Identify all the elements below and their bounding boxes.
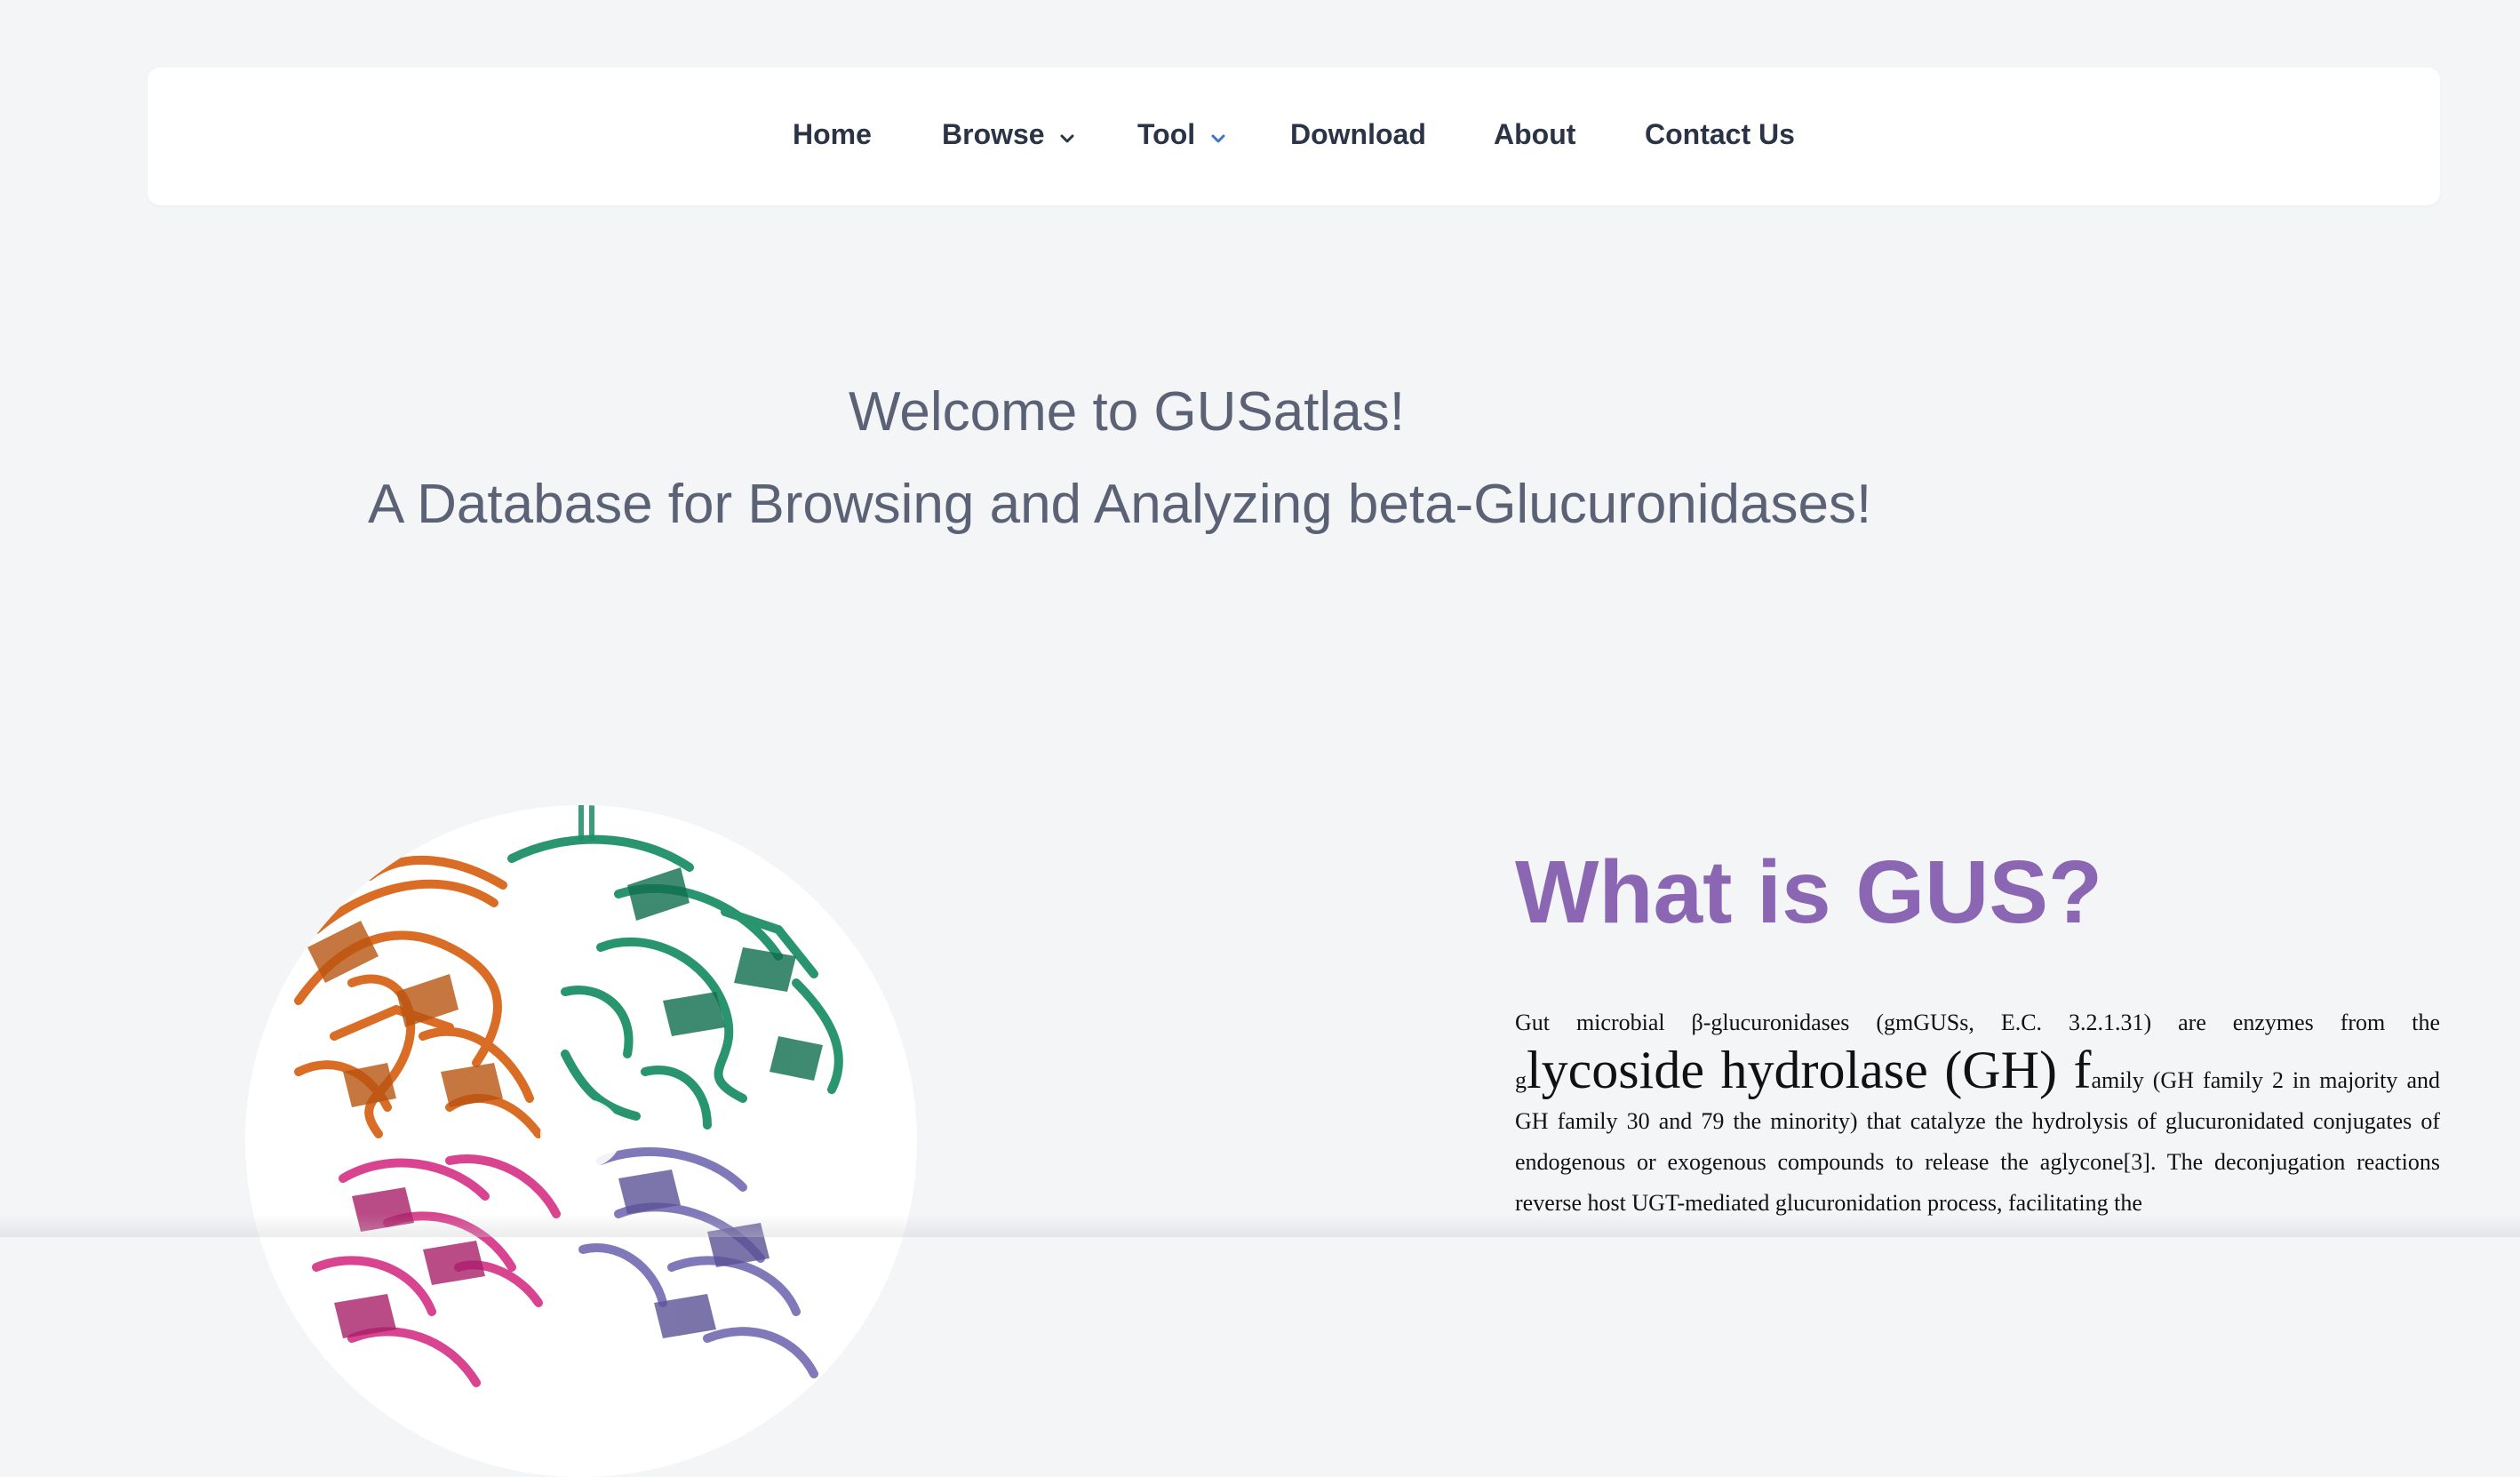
nav-item-home-label: Home	[793, 118, 872, 150]
protein-structure-image	[245, 805, 917, 1477]
nav-item-tool[interactable]: Tool	[1137, 68, 1226, 205]
nav-item-tool-label: Tool	[1137, 118, 1196, 150]
nav-item-contact-us[interactable]: Contact Us	[1645, 68, 1795, 205]
nav-item-about[interactable]: About	[1494, 68, 1575, 205]
gus-description-large-text: lycoside hydrolase (GH) f	[1527, 1041, 2092, 1099]
nav-menu: Home Browse Tool Download About Contact …	[148, 68, 2440, 205]
gus-description-part1: Gut microbial β-glucuronidases (gmGUSs, …	[1515, 1010, 2440, 1035]
protein-structure-graphic	[294, 805, 843, 1387]
gus-description-paragraph: Gut microbial β-glucuronidases (gmGUSs, …	[1515, 1002, 2440, 1224]
nav-item-home[interactable]: Home	[793, 68, 872, 205]
nav-item-browse[interactable]: Browse	[942, 68, 1075, 205]
hero-subtitle: A Database for Browsing and Analyzing be…	[368, 474, 1872, 535]
nav-item-about-label: About	[1494, 118, 1576, 150]
hero-title: Welcome to GUSatlas!	[849, 381, 1405, 443]
chevron-down-icon	[1059, 68, 1075, 202]
nav-item-download-label: Download	[1290, 118, 1426, 150]
what-is-gus-heading: What is GUS?	[1515, 842, 2103, 942]
navbar: Home Browse Tool Download About Contact …	[148, 68, 2440, 205]
gus-description-small-g: g	[1515, 1067, 1527, 1093]
nav-item-browse-label: Browse	[942, 118, 1045, 150]
chevron-down-icon	[1210, 68, 1226, 202]
nav-item-download[interactable]: Download	[1290, 68, 1426, 205]
nav-item-contact-us-label: Contact Us	[1645, 118, 1795, 150]
